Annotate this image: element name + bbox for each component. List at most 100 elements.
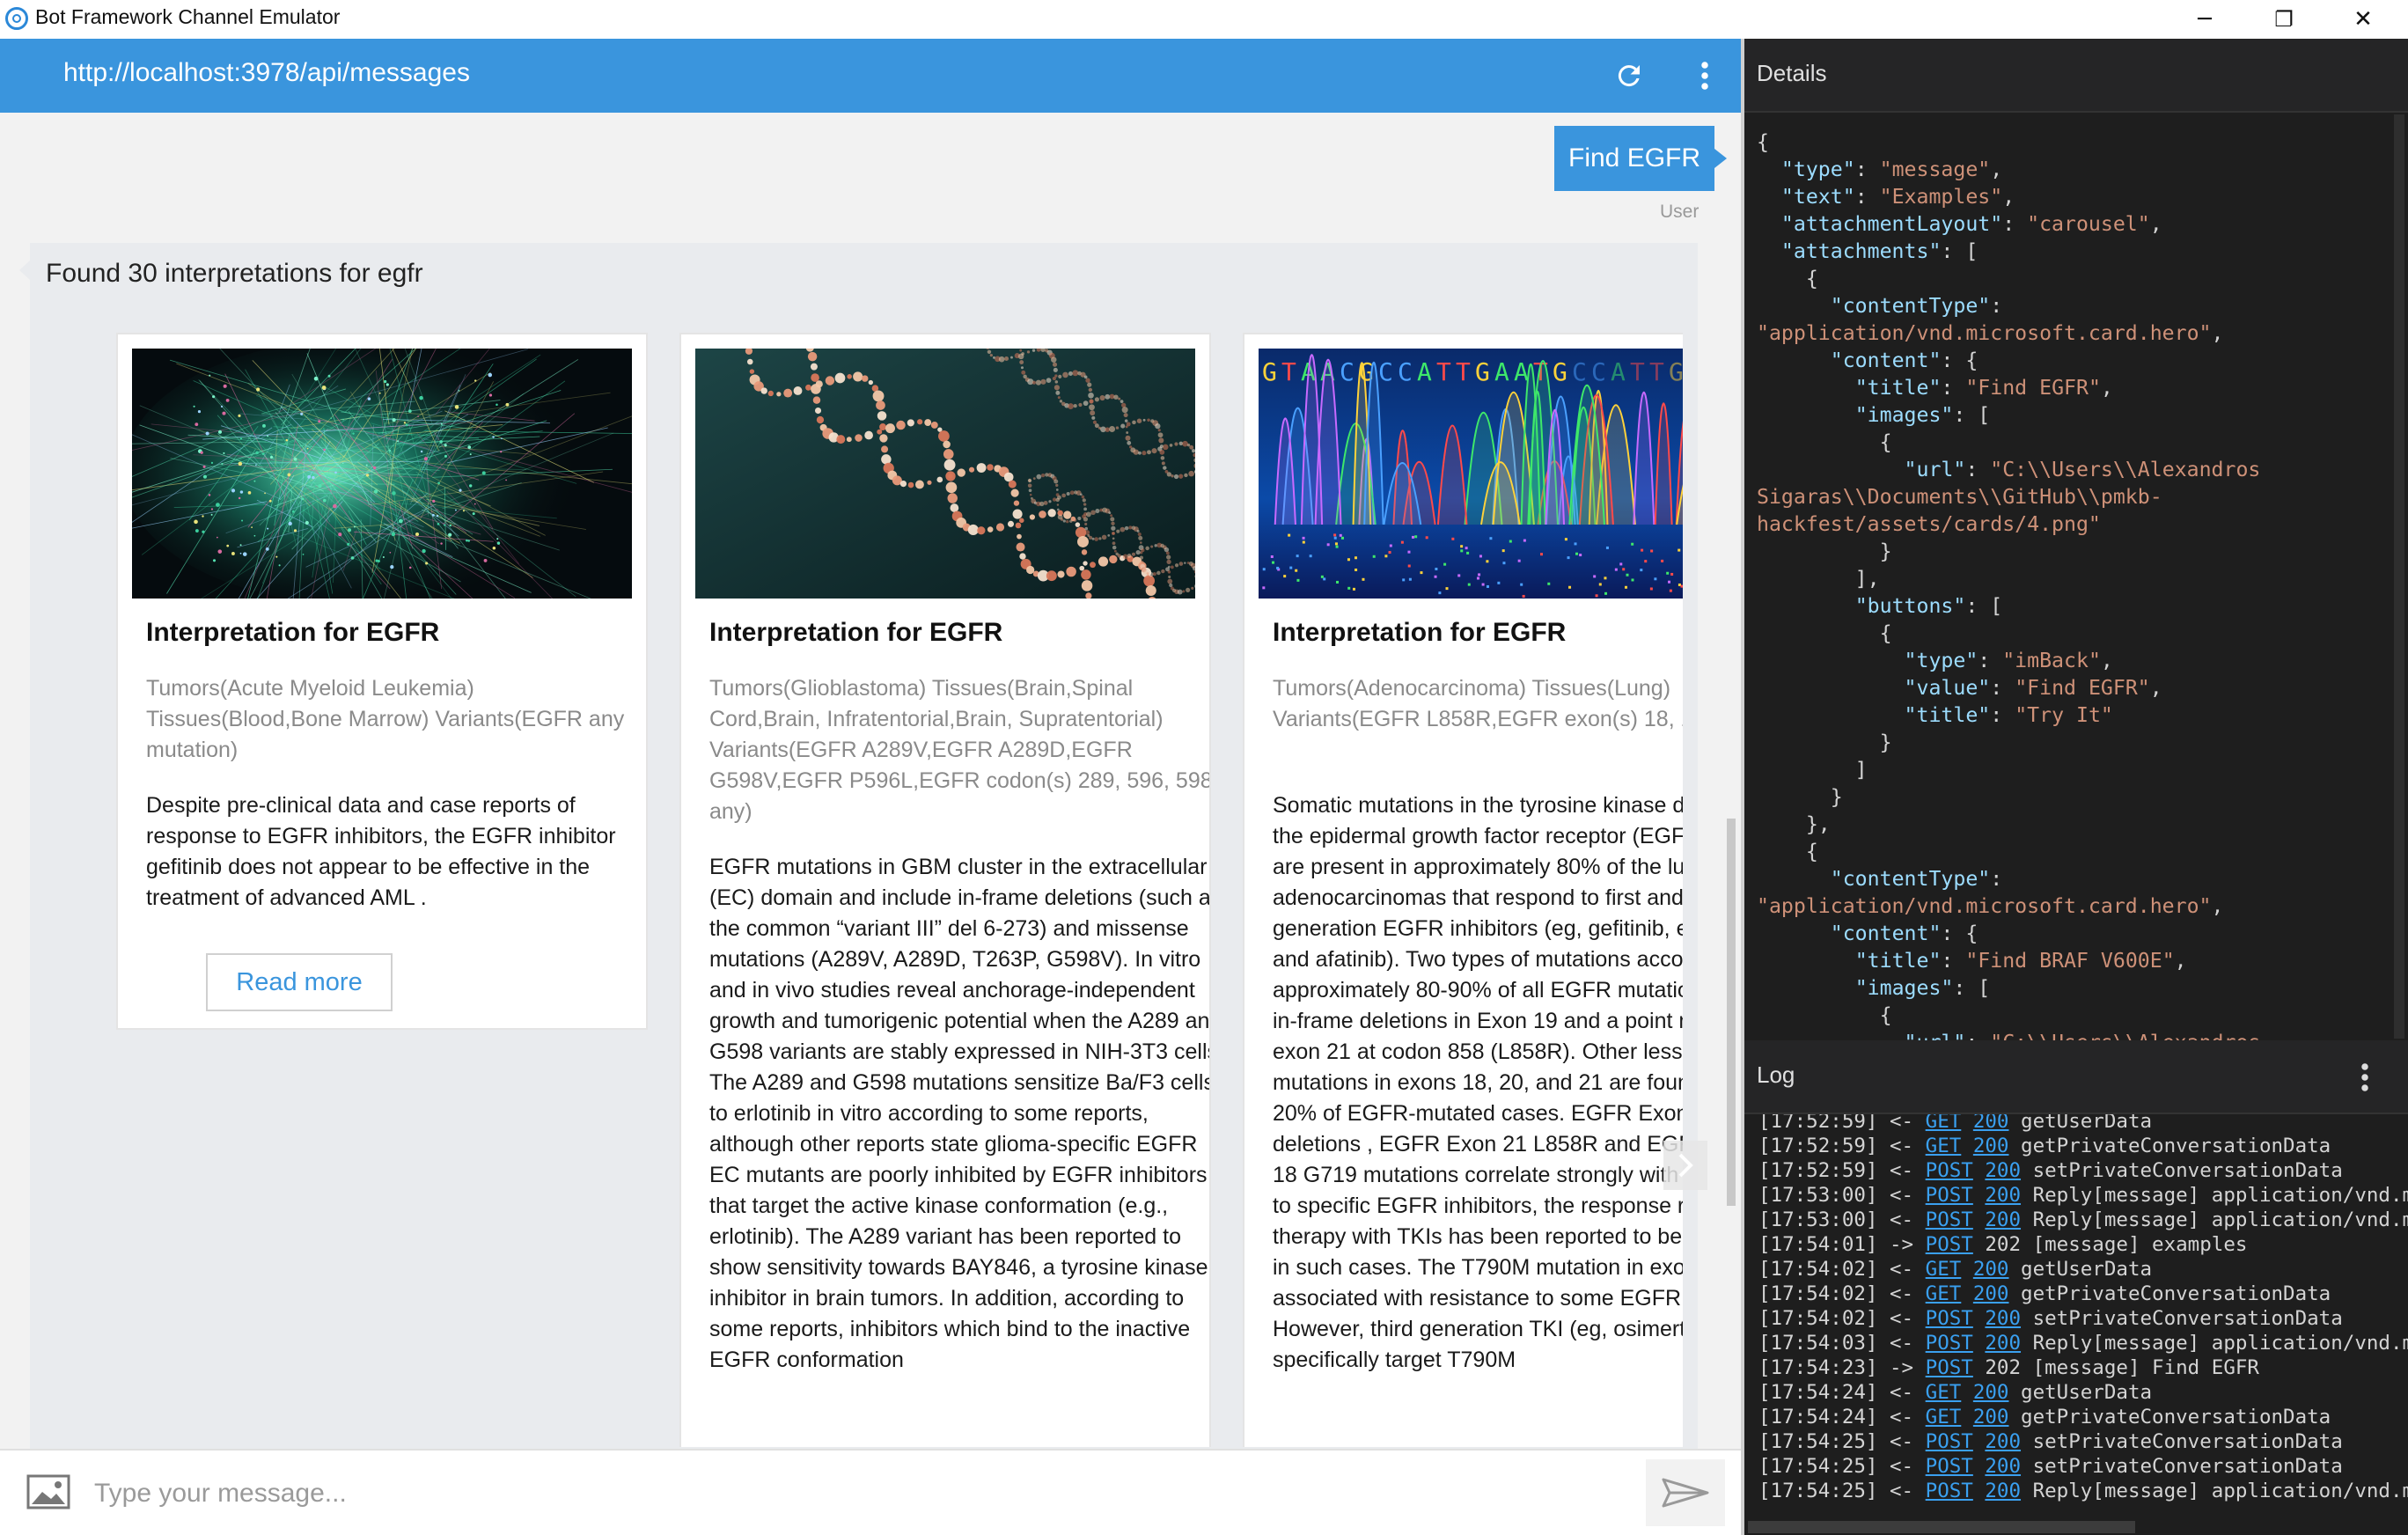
- log-status-link[interactable]: 200: [1973, 1114, 2009, 1133]
- log-status-link[interactable]: 200: [1973, 1381, 2009, 1404]
- log-method-link[interactable]: POST: [1926, 1332, 1973, 1355]
- svg-text:A: A: [1494, 357, 1509, 386]
- log-status-link[interactable]: 200: [1985, 1455, 2021, 1478]
- log-entry: [17:54:02] <- POST 200 setPrivateConvers…: [1758, 1307, 2343, 1330]
- log-status-link[interactable]: 200: [1973, 1135, 2009, 1157]
- json-line: }: [1757, 785, 1843, 809]
- svg-text:T: T: [1281, 357, 1296, 386]
- log-method-link[interactable]: POST: [1926, 1356, 1973, 1379]
- log-status: 202: [1985, 1233, 2022, 1256]
- json-line: "application/vnd.microsoft.card.hero",: [1757, 321, 2224, 345]
- log-method-link[interactable]: GET: [1926, 1282, 1962, 1305]
- log-status-link[interactable]: 200: [1973, 1282, 2009, 1305]
- app-icon: [5, 7, 28, 30]
- card-title: Interpretation for EGFR: [709, 618, 1003, 647]
- card-image: GTAACGCCATTGAATGCCATTGAAT: [1259, 349, 1683, 599]
- log-entry: [17:52:59] <- POST 200 setPrivateConvers…: [1758, 1159, 2343, 1182]
- json-line: {: [1757, 621, 1892, 645]
- log-status-link[interactable]: 200: [1985, 1184, 2021, 1207]
- log-status-link[interactable]: 200: [1973, 1258, 2009, 1281]
- log-status: 202: [1985, 1356, 2022, 1379]
- log-entry: [17:54:24] <- GET 200 getPrivateConversa…: [1758, 1406, 2331, 1429]
- chat-scrollbar[interactable]: [1727, 819, 1736, 1206]
- log-method-link[interactable]: GET: [1926, 1381, 1962, 1404]
- restore-button[interactable]: ❐: [2244, 0, 2324, 39]
- log-method-link[interactable]: GET: [1926, 1406, 1962, 1429]
- log-entry: [17:54:25] <- POST 200 setPrivateConvers…: [1758, 1430, 2343, 1453]
- card-subtitle: Tumors(Acute Myeloid Leukemia) Tissues(B…: [146, 676, 625, 762]
- json-line: "application/vnd.microsoft.card.hero",: [1757, 894, 2224, 918]
- scrollbar-thumb[interactable]: [1748, 1521, 2135, 1533]
- details-json[interactable]: { "type": "message", "text": "Examples",…: [1757, 129, 2390, 1040]
- read-more-button[interactable]: Read more: [206, 953, 393, 1011]
- log-status-link[interactable]: 200: [1973, 1406, 2009, 1429]
- log-status-link[interactable]: 200: [1985, 1208, 2021, 1231]
- log-entry: [17:54:25] <- POST 200 Reply[message] ap…: [1758, 1480, 2408, 1502]
- json-line: hackfest/assets/cards/4.png": [1757, 512, 2101, 536]
- details-title: Details: [1757, 60, 1827, 86]
- log-horizontal-scrollbar[interactable]: [1744, 1519, 2408, 1535]
- log-entry: [17:54:23] -> POST 202 [message] Find EG…: [1758, 1356, 2259, 1379]
- json-line: {: [1757, 267, 1818, 290]
- log-method-link[interactable]: POST: [1926, 1208, 1973, 1231]
- address-bar: http://localhost:3978/api/messages: [0, 39, 1741, 113]
- json-line: {: [1757, 1003, 1892, 1027]
- log-status-link[interactable]: 200: [1985, 1307, 2021, 1330]
- hero-card: Interpretation for EGFR Tumors(Acute Mye…: [116, 333, 648, 1030]
- json-line: "url": "C:\\Users\\Alexandros: [1757, 1031, 2261, 1040]
- log-entry: [17:54:25] <- POST 200 setPrivateConvers…: [1758, 1455, 2343, 1478]
- svg-text:A: A: [1611, 357, 1626, 386]
- endpoint-url[interactable]: http://localhost:3978/api/messages: [63, 58, 470, 88]
- log-method-link[interactable]: POST: [1926, 1307, 1973, 1330]
- log-method-link[interactable]: POST: [1926, 1480, 1973, 1502]
- card-title: Interpretation for EGFR: [1273, 618, 1567, 647]
- log-method-link[interactable]: POST: [1926, 1184, 1973, 1207]
- log-method-link[interactable]: GET: [1926, 1114, 1962, 1133]
- log-status-link[interactable]: 200: [1985, 1332, 2021, 1355]
- close-button[interactable]: ✕: [2324, 0, 2403, 39]
- log-entry: [17:54:03] <- POST 200 Reply[message] ap…: [1758, 1332, 2408, 1355]
- send-icon[interactable]: [1646, 1459, 1725, 1526]
- log-entry: [17:52:59] <- GET 200 getPrivateConversa…: [1758, 1135, 2331, 1157]
- chevron-right-icon[interactable]: [1663, 1141, 1707, 1190]
- bot-message-text: Found 30 interpretations for egfr: [46, 259, 423, 288]
- log-method-link[interactable]: POST: [1926, 1159, 1973, 1182]
- log-entry: [17:53:00] <- POST 200 Reply[message] ap…: [1758, 1184, 2408, 1207]
- log-status-link[interactable]: 200: [1985, 1430, 2021, 1453]
- image-attach-icon[interactable]: [26, 1474, 70, 1511]
- refresh-icon[interactable]: [1607, 54, 1651, 98]
- hero-card: GTAACGCCATTGAATGCCATTGAAT Interpretation…: [1243, 333, 1683, 1447]
- json-line: "images": [: [1854, 403, 1991, 427]
- log-method-link[interactable]: POST: [1926, 1430, 1973, 1453]
- bot-message-pointer: [19, 261, 30, 280]
- log-method-link[interactable]: GET: [1926, 1135, 1962, 1157]
- card-text: Despite pre-clinical data and case repor…: [146, 793, 616, 910]
- svg-text:G: G: [1475, 357, 1490, 386]
- card-text: Somatic mutations in the tyrosine kinase…: [1273, 793, 1683, 1372]
- log-method-link[interactable]: POST: [1926, 1455, 1973, 1478]
- log-entry: [17:54:24] <- GET 200 getUserData: [1758, 1381, 2153, 1404]
- more-vert-icon[interactable]: [1683, 54, 1727, 98]
- svg-text:T: T: [1630, 357, 1645, 386]
- card-text: EGFR mutations in GBM cluster in the ext…: [709, 855, 1211, 1372]
- svg-text:T: T: [1436, 357, 1451, 386]
- card-title: Interpretation for EGFR: [146, 618, 440, 647]
- json-line: "type": "message",: [1780, 158, 2003, 181]
- json-line: "attachments": [: [1780, 239, 1979, 263]
- minimize-button[interactable]: ─: [2165, 0, 2244, 39]
- details-scrollbar[interactable]: [2394, 114, 2404, 1039]
- log-method-link[interactable]: POST: [1926, 1233, 1973, 1256]
- svg-text:C: C: [1398, 357, 1413, 386]
- window-title: Bot Framework Channel Emulator: [35, 5, 341, 28]
- message-input[interactable]: [92, 1468, 1645, 1519]
- svg-text:A: A: [1417, 357, 1432, 386]
- json-line: "contentType":: [1830, 294, 2003, 318]
- log-method-link[interactable]: GET: [1926, 1258, 1962, 1281]
- log-status-link[interactable]: 200: [1985, 1480, 2021, 1502]
- json-line: "value": "Find EGFR",: [1904, 676, 2162, 700]
- card-carousel: Interpretation for EGFR Tumors(Acute Mye…: [114, 331, 1683, 1447]
- user-message-bubble[interactable]: Find EGFR: [1554, 126, 1728, 191]
- log-status-link[interactable]: 200: [1985, 1159, 2021, 1182]
- more-vert-icon[interactable]: [2343, 1055, 2387, 1099]
- json-line: },: [1757, 812, 1831, 836]
